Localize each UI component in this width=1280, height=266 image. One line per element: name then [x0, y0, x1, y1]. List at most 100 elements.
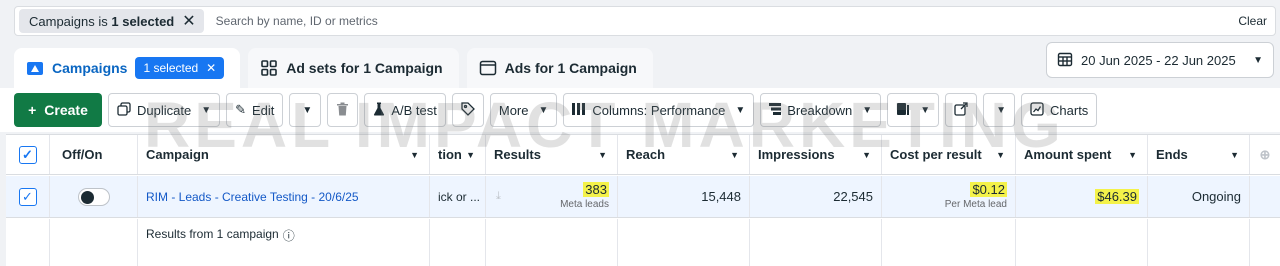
- summary-cell: Results from 1 campaign ⓘ: [138, 219, 430, 266]
- columns-button[interactable]: Columns: Performance ▼: [563, 93, 755, 127]
- download-icon: ⤓: [496, 190, 501, 202]
- cost-per-result-cell: $0.12 Per Meta lead: [882, 176, 1016, 217]
- row-checkbox-cell[interactable]: ✓: [6, 176, 50, 217]
- tag-button[interactable]: [451, 93, 484, 127]
- col-delivery[interactable]: tion ▼: [430, 135, 486, 174]
- duplicate-icon: [117, 101, 131, 119]
- tab-ads[interactable]: Ads for 1 Campaign: [466, 48, 653, 88]
- caret-down-icon: ▼: [466, 149, 475, 160]
- ab-test-button[interactable]: A/B test: [364, 93, 446, 127]
- select-all-checkbox[interactable]: ✓: [18, 145, 37, 164]
- info-icon[interactable]: ⓘ: [283, 227, 295, 244]
- export-icon: [954, 101, 968, 119]
- amount-spent-cell: $46.39: [1016, 176, 1148, 217]
- col-cost-per-result[interactable]: Cost per result ▼: [882, 135, 1016, 174]
- columns-icon: [572, 102, 586, 118]
- caret-down-icon: ▼: [996, 104, 1007, 116]
- breakdown-button[interactable]: Breakdown ▼: [760, 93, 882, 127]
- more-button[interactable]: More ▼: [489, 93, 558, 127]
- caret-down-icon: ▼: [302, 104, 313, 116]
- caret-down-icon: ▼: [598, 149, 607, 160]
- close-icon[interactable]: ✕: [182, 11, 195, 31]
- delete-button[interactable]: [327, 93, 359, 127]
- table-row[interactable]: ✓ RIM - Leads - Creative Testing - 20/6/…: [6, 176, 1280, 218]
- summary-spacer: [486, 219, 618, 266]
- delivery-cell: ick or ...: [430, 176, 486, 217]
- tab-label: Campaigns: [52, 60, 128, 76]
- ends-cell: Ongoing: [1148, 176, 1250, 217]
- chart-icon: [1030, 101, 1044, 119]
- caret-down-icon[interactable]: ▼: [201, 105, 211, 116]
- toggle-cell[interactable]: [50, 176, 138, 217]
- select-all-checkbox-cell[interactable]: ✓: [6, 135, 50, 174]
- summary-spacer: [750, 219, 882, 266]
- export-dropdown[interactable]: ▼: [983, 93, 1016, 127]
- results-stack: 383 Meta leads: [560, 181, 609, 212]
- level-tabs: Campaigns 1 selected ✕ Ad sets for 1 Camp…: [14, 48, 661, 88]
- impressions-cell: 22,545: [750, 176, 882, 217]
- edit-dropdown[interactable]: ▼: [289, 93, 322, 127]
- flask-icon: [373, 102, 385, 119]
- export-button[interactable]: [945, 93, 978, 127]
- col-ends[interactable]: Ends ▼: [1148, 135, 1250, 174]
- tab-campaigns[interactable]: Campaigns 1 selected ✕: [14, 48, 241, 88]
- col-campaign[interactable]: Campaign ▼: [138, 135, 430, 174]
- breakdown-icon: [769, 102, 782, 118]
- tab-ad-sets[interactable]: Ad sets for 1 Campaign: [248, 48, 459, 88]
- create-button[interactable]: + Create: [14, 93, 102, 127]
- row-checkbox[interactable]: ✓: [18, 187, 37, 206]
- col-off-on[interactable]: Off/On: [50, 135, 138, 174]
- campaign-name-cell[interactable]: RIM - Leads - Creative Testing - 20/6/25: [138, 176, 430, 217]
- grid-icon: [260, 59, 278, 77]
- clear-button[interactable]: Clear: [1238, 14, 1267, 28]
- results-cell: ⤓ 383 Meta leads: [486, 176, 618, 217]
- caret-down-icon: ▼: [1230, 149, 1239, 160]
- caret-down-icon: ▼: [538, 104, 549, 116]
- caret-down-icon: ▼: [1128, 149, 1137, 160]
- col-impressions[interactable]: Impressions ▼: [750, 135, 882, 174]
- cost-subtitle: Per Meta lead: [944, 198, 1007, 210]
- edit-button[interactable]: ✎ Edit: [226, 93, 284, 127]
- campaign-toggle[interactable]: [77, 187, 110, 206]
- search-input[interactable]: Search by name, ID or metrics: [216, 14, 1239, 28]
- col-results[interactable]: Results ▼: [486, 135, 618, 174]
- table-header-row: ✓ Off/On Campaign ▼ tion ▼ Results ▼ Reach ▼…: [6, 135, 1280, 175]
- ads-manager: Campaigns is 1 selected ✕ Search by name…: [0, 0, 1280, 266]
- tab-label: Ads for 1 Campaign: [504, 60, 637, 76]
- plus-icon: +: [28, 102, 37, 118]
- date-range-picker[interactable]: 20 Jun 2025 - 22 Jun 2025 ▼: [1046, 42, 1274, 78]
- col-amount-spent[interactable]: Amount spent ▼: [1016, 135, 1148, 174]
- col-reach[interactable]: Reach ▼: [618, 135, 750, 174]
- summary-spacer: [1016, 219, 1148, 266]
- ad-icon: [479, 60, 497, 76]
- filter-chip-label: Campaigns is 1 selected: [29, 13, 175, 29]
- caret-down-icon: ▼: [1253, 54, 1263, 66]
- summary-spacer: [1148, 219, 1250, 266]
- amount-spent-value: $46.39: [1095, 189, 1139, 204]
- date-range-label: 20 Jun 2025 - 22 Jun 2025: [1081, 52, 1236, 68]
- row-end-cell: [1250, 176, 1280, 217]
- close-icon[interactable]: ✕: [206, 61, 216, 75]
- toggle-knob: [80, 190, 94, 204]
- summary-spacer: [6, 219, 50, 266]
- cost-per-result-value: $0.12: [970, 181, 1007, 197]
- caret-down-icon: ▼: [730, 149, 739, 160]
- summary-spacer: [430, 219, 486, 266]
- filter-chip[interactable]: Campaigns is 1 selected ✕: [19, 9, 204, 33]
- results-subtitle: Meta leads: [560, 198, 609, 210]
- selection-badge[interactable]: 1 selected ✕: [135, 57, 225, 79]
- summary-spacer: [618, 219, 750, 266]
- add-column-icon[interactable]: ⊕: [1250, 135, 1280, 174]
- campaigns-table: ✓ Off/On Campaign ▼ tion ▼ Results ▼ Reach ▼…: [6, 134, 1280, 266]
- summary-spacer: [50, 219, 138, 266]
- campaign-name-link[interactable]: RIM - Leads - Creative Testing - 20/6/25: [146, 190, 359, 204]
- reports-button[interactable]: ▼: [887, 93, 940, 127]
- tag-icon: [461, 101, 475, 119]
- tab-label: Ad sets for 1 Campaign: [286, 60, 443, 76]
- caret-down-icon: ▼: [735, 104, 746, 116]
- caret-down-icon: ▼: [410, 149, 419, 160]
- caret-down-icon: ▼: [920, 104, 931, 116]
- duplicate-button[interactable]: Duplicate ▼: [108, 93, 221, 127]
- charts-button[interactable]: Charts: [1021, 93, 1098, 127]
- trash-icon: [336, 102, 349, 119]
